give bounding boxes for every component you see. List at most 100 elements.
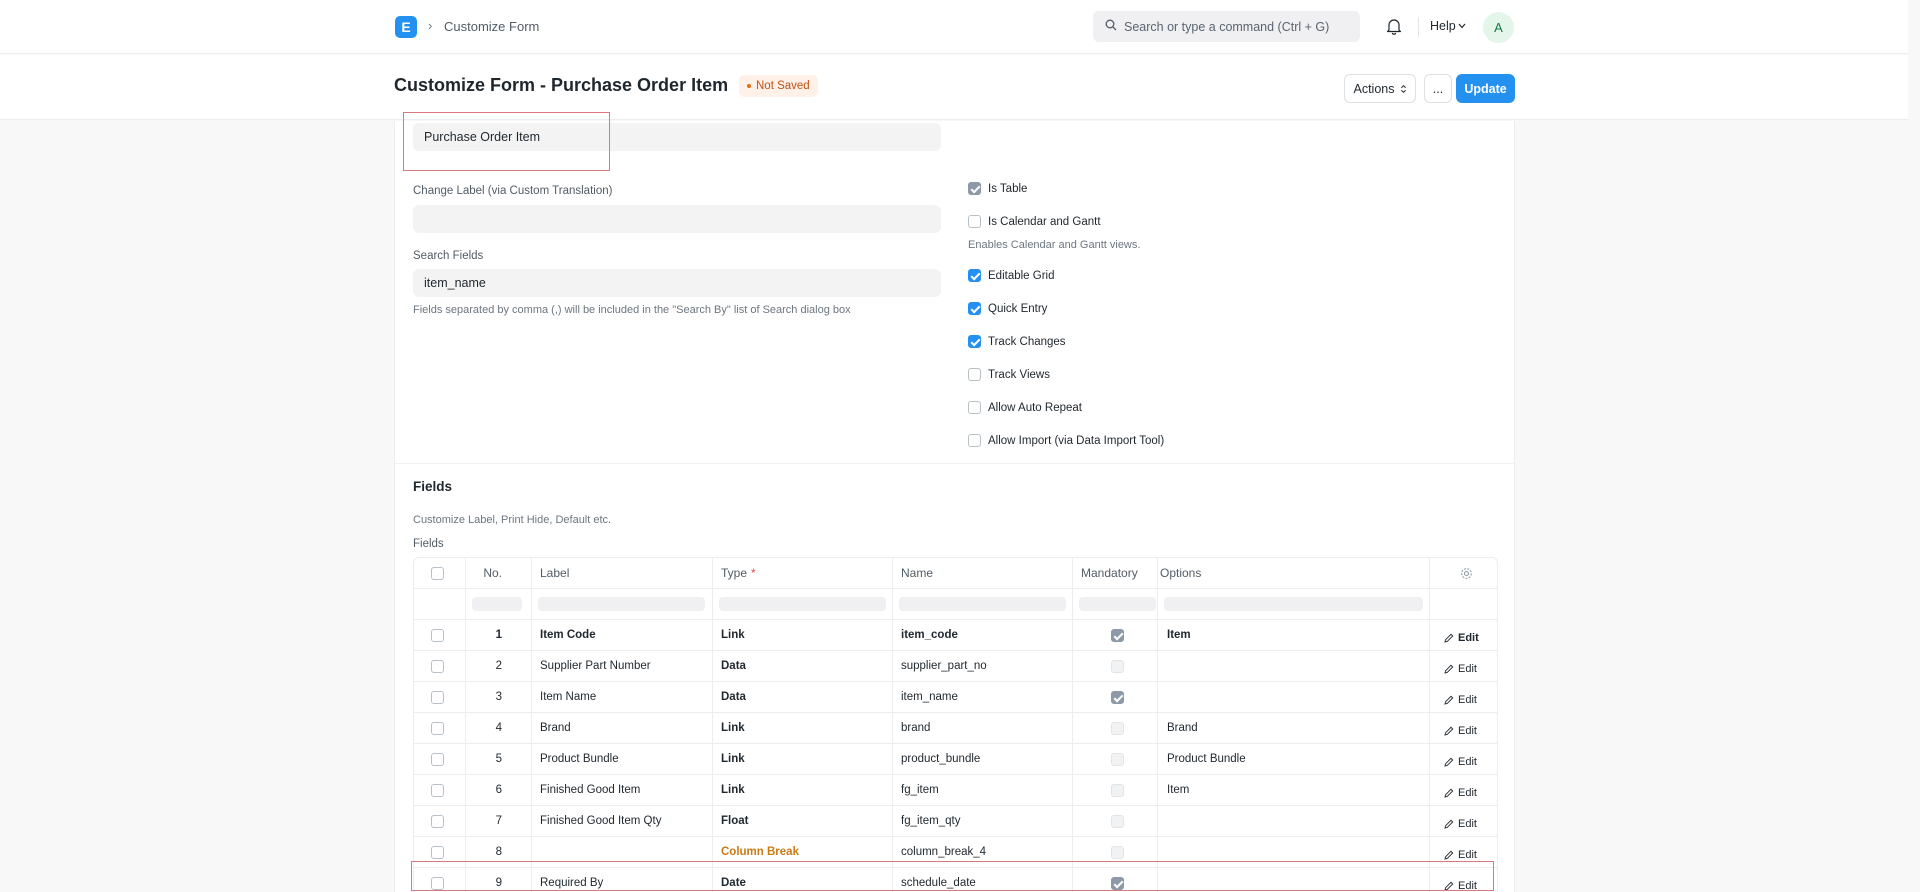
row-edit-button[interactable]: Edit xyxy=(1444,654,1494,684)
row-options[interactable]: Product Bundle xyxy=(1167,744,1422,774)
row-type[interactable]: Link xyxy=(721,713,891,743)
status-badge: Not Saved xyxy=(739,75,818,97)
col-divider xyxy=(1072,558,1073,892)
row-select-checkbox[interactable] xyxy=(431,752,444,766)
row-edit-button[interactable]: Edit xyxy=(1444,685,1494,715)
more-options-button[interactable]: ... xyxy=(1424,74,1452,103)
row-mandatory-checkbox[interactable] xyxy=(1111,752,1124,766)
change-label-input[interactable] xyxy=(413,205,941,233)
row-options[interactable] xyxy=(1167,806,1422,836)
form-card: Purchase Order Item Change Label (via Cu… xyxy=(394,112,1516,892)
gear-icon[interactable] xyxy=(1460,567,1473,580)
table-row[interactable]: 1 Item Code Link item_code Item Edit xyxy=(414,620,1497,653)
row-options[interactable]: Item xyxy=(1167,775,1422,805)
search-fields-input[interactable]: item_name xyxy=(413,269,941,297)
row-edit-button[interactable]: Edit xyxy=(1444,778,1494,808)
update-button[interactable]: Update xyxy=(1456,74,1515,103)
status-dot-icon xyxy=(747,84,751,88)
table-row[interactable]: 6 Finished Good Item Link fg_item Item Edit xyxy=(414,775,1497,808)
row-label[interactable]: Brand xyxy=(540,713,710,743)
is-table-checkbox[interactable] xyxy=(968,182,981,195)
row-select-checkbox[interactable] xyxy=(431,845,444,859)
track-changes-checkbox[interactable] xyxy=(968,335,981,348)
row-type[interactable]: Data xyxy=(721,682,891,712)
row-mandatory-checkbox[interactable] xyxy=(1111,721,1124,735)
row-select-checkbox[interactable] xyxy=(431,814,444,828)
row-mandatory-checkbox[interactable] xyxy=(1111,690,1124,704)
row-name[interactable]: supplier_part_no xyxy=(901,651,1071,681)
editable-grid-checkbox[interactable] xyxy=(968,269,981,282)
row-type[interactable]: Float xyxy=(721,806,891,836)
table-row[interactable]: 5 Product Bundle Link product_bundle Product… xyxy=(414,744,1497,777)
row-edit-button[interactable]: Edit xyxy=(1444,623,1494,653)
row-select-checkbox[interactable] xyxy=(431,690,444,704)
row-label[interactable]: Finished Good Item xyxy=(540,775,710,805)
edit-label: Edit xyxy=(1458,787,1477,799)
row-type[interactable]: Link xyxy=(721,744,891,774)
row-name[interactable]: item_name xyxy=(901,682,1071,712)
row-mandatory-checkbox[interactable] xyxy=(1111,783,1124,797)
actions-button[interactable]: Actions xyxy=(1344,74,1416,103)
row-type[interactable]: Data xyxy=(721,651,891,681)
app-logo[interactable]: E xyxy=(395,16,417,38)
col-header-options: Options xyxy=(1160,566,1202,580)
row-name[interactable]: item_code xyxy=(901,620,1071,650)
quick-entry-checkbox[interactable] xyxy=(968,302,981,315)
table-row[interactable]: 7 Finished Good Item Qty Float fg_item_qty E… xyxy=(414,806,1497,839)
auto-repeat-checkbox[interactable] xyxy=(968,401,981,414)
row-select-checkbox[interactable] xyxy=(431,783,444,797)
track-views-checkbox[interactable] xyxy=(968,368,981,381)
notification-bell-icon[interactable] xyxy=(1386,17,1402,35)
filter-options[interactable] xyxy=(1164,597,1423,611)
grid-filter-row xyxy=(414,589,1497,620)
user-avatar[interactable]: A xyxy=(1483,12,1514,43)
row-options[interactable] xyxy=(1167,651,1422,681)
col-divider xyxy=(892,558,893,892)
help-menu[interactable]: Help xyxy=(1430,19,1456,33)
is-calendar-checkbox[interactable] xyxy=(968,215,981,228)
row-label[interactable]: Product Bundle xyxy=(540,744,710,774)
row-name[interactable]: brand xyxy=(901,713,1071,743)
filter-name[interactable] xyxy=(899,597,1066,611)
row-label[interactable]: Finished Good Item Qty xyxy=(540,806,710,836)
filter-label[interactable] xyxy=(538,597,705,611)
filter-type[interactable] xyxy=(719,597,886,611)
row-mandatory-checkbox[interactable] xyxy=(1111,814,1124,828)
row-edit-button[interactable]: Edit xyxy=(1444,809,1494,839)
chevron-down-icon[interactable] xyxy=(1458,23,1466,29)
table-row[interactable]: 3 Item Name Data item_name Edit xyxy=(414,682,1497,715)
row-select-checkbox[interactable] xyxy=(431,721,444,735)
row-mandatory-checkbox[interactable] xyxy=(1111,628,1124,642)
edit-label: Edit xyxy=(1458,725,1477,737)
select-all-checkbox[interactable] xyxy=(431,566,444,580)
chevron-up-down-icon xyxy=(1400,84,1406,93)
filter-no[interactable] xyxy=(472,597,522,611)
row-name[interactable]: fg_item xyxy=(901,775,1071,805)
row-name[interactable]: fg_item_qty xyxy=(901,806,1071,836)
table-row[interactable]: 2 Supplier Part Number Data supplier_part_n… xyxy=(414,651,1497,684)
search-bar[interactable]: Search or type a command (Ctrl + G) xyxy=(1093,11,1360,42)
row-select-checkbox[interactable] xyxy=(431,659,444,673)
editable-grid-label: Editable Grid xyxy=(988,270,1055,282)
row-options[interactable]: Item xyxy=(1167,620,1422,650)
is-calendar-label: Is Calendar and Gantt xyxy=(988,216,1101,228)
row-name[interactable]: product_bundle xyxy=(901,744,1071,774)
fields-section-title[interactable]: Fields xyxy=(413,479,452,494)
row-type[interactable]: Link xyxy=(721,620,891,650)
allow-import-checkbox[interactable] xyxy=(968,434,981,447)
row-label[interactable]: Supplier Part Number xyxy=(540,651,710,681)
filter-mandatory[interactable] xyxy=(1079,597,1156,611)
actions-label: Actions xyxy=(1353,81,1395,96)
row-edit-button[interactable]: Edit xyxy=(1444,716,1494,746)
row-edit-button[interactable]: Edit xyxy=(1444,747,1494,777)
row-mandatory-checkbox[interactable] xyxy=(1111,659,1124,673)
row-options[interactable]: Brand xyxy=(1167,713,1422,743)
table-row[interactable]: 4 Brand Link brand Brand Edit xyxy=(414,713,1497,746)
row-mandatory-checkbox[interactable] xyxy=(1111,845,1124,859)
row-label[interactable]: Item Code xyxy=(540,620,710,650)
row-options[interactable] xyxy=(1167,682,1422,712)
row-type[interactable]: Link xyxy=(721,775,891,805)
breadcrumb-customize-form[interactable]: Customize Form xyxy=(444,19,539,34)
row-select-checkbox[interactable] xyxy=(431,628,444,642)
row-label[interactable]: Item Name xyxy=(540,682,710,712)
